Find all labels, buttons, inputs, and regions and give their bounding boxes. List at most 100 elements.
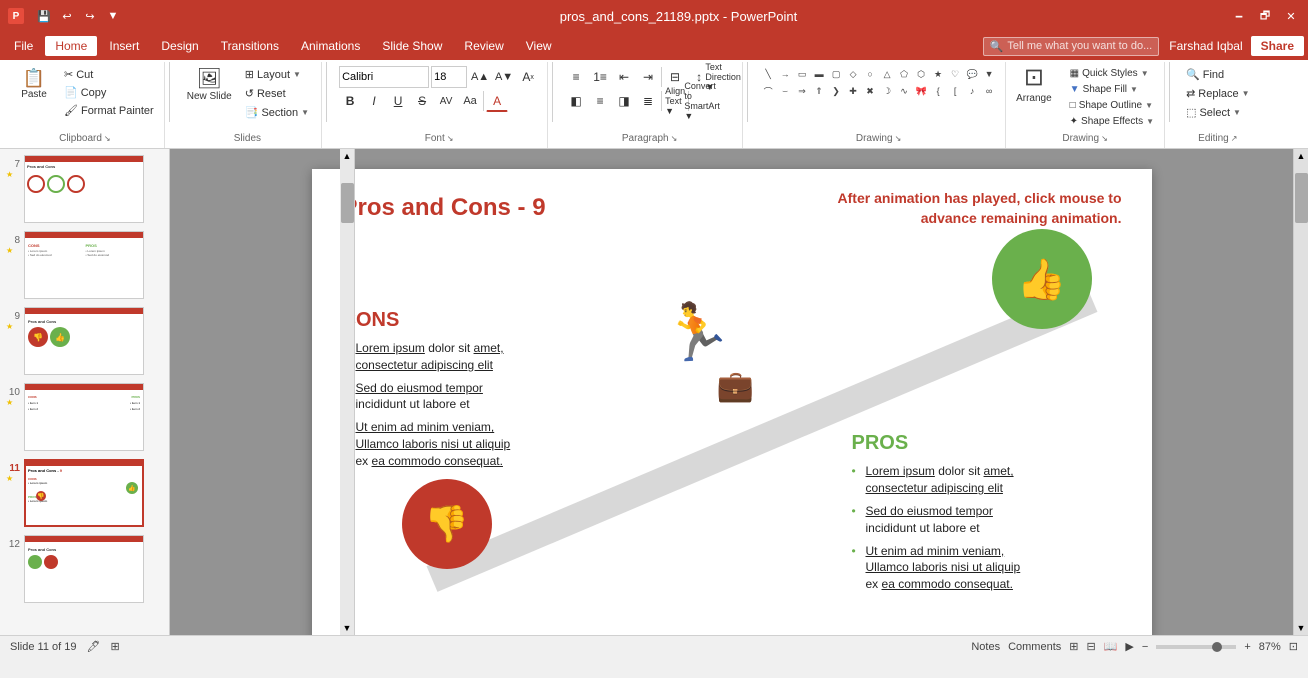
save-button[interactable]: 💾: [34, 6, 54, 26]
increase-font-button[interactable]: A▲: [469, 66, 491, 88]
menu-transitions[interactable]: Transitions: [211, 36, 289, 56]
editing-expand-icon[interactable]: ↗: [1231, 134, 1238, 143]
shape-note[interactable]: ♪: [964, 83, 980, 99]
font-size-input[interactable]: [431, 66, 467, 88]
slide-sorter-icon[interactable]: ⊟: [1086, 640, 1095, 653]
shape-outline-button[interactable]: □ Shape Outline ▼: [1066, 98, 1158, 113]
customize-button[interactable]: ▼: [103, 6, 123, 26]
font-case-button[interactable]: Aa: [459, 90, 481, 112]
menu-slideshow[interactable]: Slide Show: [372, 36, 452, 56]
menu-home[interactable]: Home: [45, 36, 97, 56]
strikethrough-button[interactable]: S: [411, 90, 433, 112]
share-button[interactable]: Share: [1251, 36, 1304, 56]
bold-button[interactable]: B: [339, 90, 361, 112]
shape-moon[interactable]: ☽: [879, 83, 895, 99]
reading-view-icon[interactable]: 📖: [1104, 640, 1118, 653]
decrease-font-button[interactable]: A▼: [493, 66, 515, 88]
shape-arrow[interactable]: →: [777, 66, 793, 82]
shape-fill-button[interactable]: ▼ Shape Fill ▼: [1066, 82, 1158, 97]
zoom-thumb[interactable]: [1212, 642, 1222, 652]
redo-button[interactable]: ↪: [80, 6, 100, 26]
shape-hexagon[interactable]: ⬡: [913, 66, 929, 82]
normal-view-icon[interactable]: ⊞: [1069, 640, 1078, 653]
align-left-button[interactable]: ◧: [565, 90, 587, 112]
fit-slide-button[interactable]: ⊡: [1289, 640, 1298, 653]
align-text-button[interactable]: Align Text ▼: [664, 90, 686, 112]
shape-triangle[interactable]: △: [879, 66, 895, 82]
bullet-list-button[interactable]: ≡: [565, 66, 587, 88]
replace-button[interactable]: ⇄ Replace ▼: [1182, 85, 1254, 102]
vertical-scrollbar-thumb[interactable]: [341, 183, 354, 223]
section-button[interactable]: 📑 Section ▼: [241, 104, 313, 121]
shape-rect2[interactable]: ▬: [811, 66, 827, 82]
shape-line[interactable]: ╲: [760, 66, 776, 82]
paste-button[interactable]: 📋 Paste: [12, 66, 56, 103]
columns-button[interactable]: ⊟: [664, 66, 686, 88]
reset-button[interactable]: ↺ Reset: [241, 85, 313, 102]
search-bar[interactable]: 🔍 Tell me what you want to do...: [983, 37, 1160, 56]
restore-button[interactable]: 🗗: [1256, 7, 1274, 25]
zoom-slider[interactable]: [1156, 645, 1236, 649]
clear-format-button[interactable]: Ax: [517, 66, 539, 88]
menu-design[interactable]: Design: [151, 36, 208, 56]
zoom-in-button[interactable]: +: [1244, 641, 1250, 653]
slide-thumb-11[interactable]: 11 ★ Pros and Cons - 9 👍 CONS • Lorem ip…: [4, 457, 165, 529]
drawing-expand-icon[interactable]: ↘: [895, 134, 902, 143]
shape-brace[interactable]: {: [930, 83, 946, 99]
shape-effects-button[interactable]: ✦ Shape Effects ▼: [1066, 114, 1158, 129]
shape-oval[interactable]: ○: [862, 66, 878, 82]
right-scroll-up-button[interactable]: ▲: [1295, 149, 1308, 163]
slide-thumb-12[interactable]: 12 Pros and Cons: [4, 533, 165, 605]
shape-rounded-rect[interactable]: ▢: [828, 66, 844, 82]
increase-indent-button[interactable]: ⇥: [637, 66, 659, 88]
justify-button[interactable]: ≣: [637, 90, 659, 112]
notes-button[interactable]: Notes: [971, 641, 1000, 653]
shape-bracket[interactable]: [: [947, 83, 963, 99]
shape-curve[interactable]: ⌒: [760, 83, 776, 99]
shape-chevron[interactable]: ❯: [828, 83, 844, 99]
scroll-down-button[interactable]: ▼: [341, 621, 354, 635]
copy-button[interactable]: 📄 Copy: [60, 84, 158, 101]
menu-animations[interactable]: Animations: [291, 36, 370, 56]
clipboard-expand-icon[interactable]: ↘: [104, 134, 111, 143]
shape-block-arrow[interactable]: ⇒: [794, 83, 810, 99]
new-slide-button[interactable]: 🖼 New Slide: [182, 66, 237, 105]
shape-block-arrow2[interactable]: ⇑: [811, 83, 827, 99]
shape-wave[interactable]: ∿: [896, 83, 912, 99]
undo-button[interactable]: ↩: [57, 6, 77, 26]
comments-button[interactable]: Comments: [1008, 641, 1061, 653]
shapes-more-icon[interactable]: ▼: [981, 66, 997, 82]
shape-ribbon[interactable]: 🎀: [913, 83, 929, 99]
shape-rect[interactable]: ▭: [794, 66, 810, 82]
decrease-indent-button[interactable]: ⇤: [613, 66, 635, 88]
slideshow-icon[interactable]: ▶: [1125, 640, 1133, 653]
shape-plus[interactable]: ✚: [845, 83, 861, 99]
arrange-button[interactable]: Arrange: [1012, 91, 1056, 106]
menu-view[interactable]: View: [516, 36, 562, 56]
shape-arc[interactable]: ⌣: [777, 83, 793, 99]
slide-thumb-8[interactable]: 8 ★ CONS • Lorem ipsum • Sed do eiusmod …: [4, 229, 165, 301]
shape-star[interactable]: ★: [930, 66, 946, 82]
shape-cross[interactable]: ✖: [862, 83, 878, 99]
menu-file[interactable]: File: [4, 36, 43, 56]
menu-insert[interactable]: Insert: [99, 36, 149, 56]
slide-thumb-10[interactable]: 10 ★ CONS • item 1 • item 2 PROS • ite: [4, 381, 165, 453]
numbered-list-button[interactable]: 1≡: [589, 66, 611, 88]
font-color-button[interactable]: A: [486, 90, 508, 112]
convert-smartart-button[interactable]: Convert to SmartArt ▼: [691, 90, 713, 112]
menu-review[interactable]: Review: [454, 36, 513, 56]
align-center-button[interactable]: ≡: [589, 90, 611, 112]
drawing2-expand-icon[interactable]: ↘: [1101, 134, 1108, 143]
font-name-input[interactable]: [339, 66, 429, 88]
shape-callout[interactable]: 💬: [964, 66, 980, 82]
layout-button[interactable]: ⊞ Layout ▼: [241, 66, 313, 83]
format-painter-button[interactable]: 🖌 Format Painter: [60, 102, 158, 119]
minimize-button[interactable]: 🗕: [1230, 7, 1248, 25]
shape-misc[interactable]: ∞: [981, 83, 997, 99]
close-button[interactable]: ✕: [1282, 7, 1300, 25]
slide-thumb-9[interactable]: 9 ★ Pros and Cons 👎 👍: [4, 305, 165, 377]
right-scrollbar-thumb[interactable]: [1295, 173, 1308, 223]
scroll-up-button[interactable]: ▲: [341, 149, 354, 163]
quick-styles-button[interactable]: ▦ Quick Styles ▼: [1066, 66, 1158, 81]
zoom-out-button[interactable]: −: [1142, 641, 1148, 653]
